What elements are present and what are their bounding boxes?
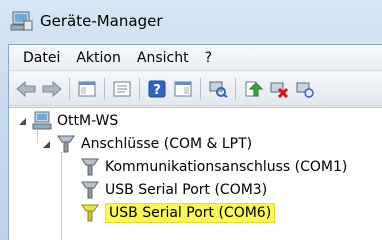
port-connector-icon xyxy=(81,158,99,176)
tree-node-computer[interactable]: OttM-WS xyxy=(17,110,118,132)
tree-node-ports[interactable]: Anschlüsse (COM & LPT) xyxy=(41,133,252,155)
svg-text:?: ? xyxy=(153,83,161,98)
properties-icon xyxy=(113,81,131,96)
window-frame: Geräte-Manager Datei Aktion Ansicht ? ? … xyxy=(0,0,382,240)
show-hide-console-button[interactable] xyxy=(172,78,194,100)
disable-device-button[interactable] xyxy=(268,78,290,100)
show-hide-tree-button[interactable] xyxy=(76,78,98,100)
collapse-triangle-icon[interactable] xyxy=(41,139,51,149)
uninstall-device-button[interactable] xyxy=(294,78,316,100)
menu-ansicht[interactable]: Ansicht xyxy=(129,48,197,68)
ports-category-label: Anschlüsse (COM & LPT) xyxy=(81,136,253,152)
toolbar-separator xyxy=(235,77,236,100)
scan-hardware-button[interactable] xyxy=(207,78,229,100)
toolbar-separator xyxy=(104,77,105,100)
help-button[interactable]: ? xyxy=(146,78,168,100)
forward-arrow-icon xyxy=(42,80,62,97)
properties-button[interactable] xyxy=(111,78,133,100)
update-driver-button[interactable] xyxy=(242,78,264,100)
menu-datei[interactable]: Datei xyxy=(15,48,68,68)
back-button[interactable] xyxy=(15,78,37,100)
help-icon: ? xyxy=(148,80,166,98)
tree-connector xyxy=(61,152,62,240)
device-label: USB Serial Port (COM3) xyxy=(105,182,268,198)
computer-icon xyxy=(32,111,52,130)
toolbar-separator xyxy=(69,77,70,100)
menu-bar: Datei Aktion Ansicht ? xyxy=(9,45,382,71)
back-arrow-icon xyxy=(16,80,36,97)
title-bar[interactable]: Geräte-Manager xyxy=(0,0,382,42)
scan-hardware-icon xyxy=(209,81,228,98)
toolbar-separator xyxy=(139,77,140,100)
menu-aktion[interactable]: Aktion xyxy=(68,48,129,68)
toolbar-separator xyxy=(200,77,201,100)
show-hide-console-icon xyxy=(174,81,192,96)
port-connector-icon xyxy=(81,204,99,222)
update-driver-icon xyxy=(245,81,263,96)
menu-help[interactable]: ? xyxy=(197,48,220,68)
device-label-selected: USB Serial Port (COM6) xyxy=(105,203,276,223)
port-connector-icon xyxy=(81,181,99,199)
window-title: Geräte-Manager xyxy=(40,12,163,30)
tree-node-device[interactable]: Kommunikationsanschluss (COM1) xyxy=(79,156,347,178)
computer-label: OttM-WS xyxy=(57,113,119,129)
device-tree: OttM-WS Anschlüsse (COM & LPT) Kommunika… xyxy=(9,107,382,240)
disable-device-icon xyxy=(270,82,289,98)
port-connector-icon xyxy=(57,135,75,153)
toolbar: ? xyxy=(9,72,382,106)
uninstall-device-icon xyxy=(296,82,314,98)
forward-button[interactable] xyxy=(41,78,63,100)
tree-node-device-selected[interactable]: USB Serial Port (COM6) xyxy=(79,202,276,224)
client-area: Datei Aktion Ansicht ? ? OttM-WS Anschlü… xyxy=(8,44,382,240)
device-manager-icon xyxy=(10,11,33,31)
show-hide-tree-icon xyxy=(78,81,96,96)
collapse-triangle-icon[interactable] xyxy=(17,116,27,126)
tree-node-device[interactable]: USB Serial Port (COM3) xyxy=(79,179,267,201)
device-label: Kommunikationsanschluss (COM1) xyxy=(105,159,348,175)
